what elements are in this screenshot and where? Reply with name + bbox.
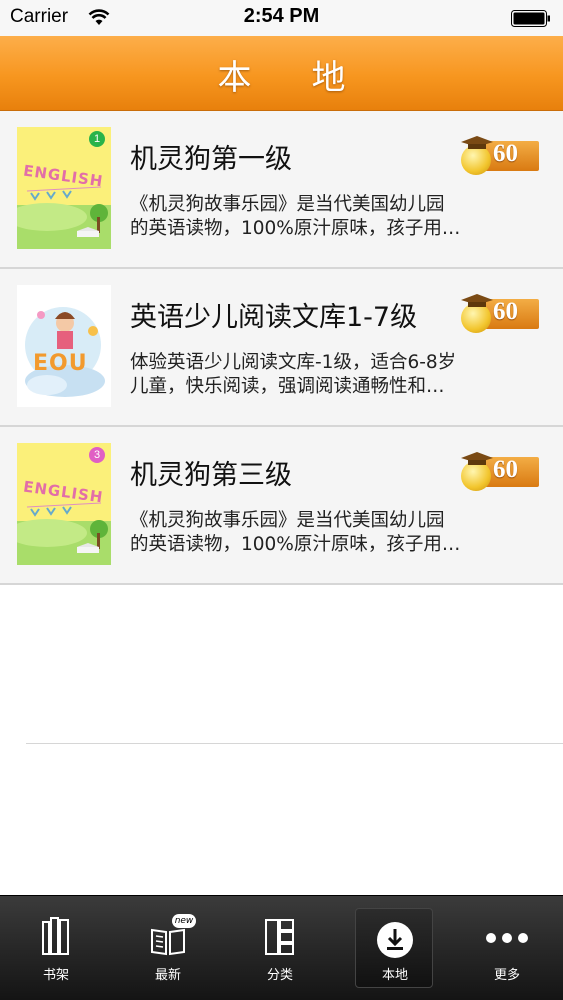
score-badge: 60 bbox=[459, 293, 539, 333]
empty-row-divider bbox=[26, 743, 563, 744]
graduation-cap-icon bbox=[461, 452, 493, 465]
tab-more[interactable]: 更多 bbox=[451, 896, 563, 1000]
tab-latest[interactable]: new 最新 bbox=[112, 896, 224, 1000]
description-line: 的英语读物，100%原汁原味，孩子用… bbox=[130, 534, 461, 555]
graduation-cap-icon bbox=[461, 136, 493, 149]
description-line: 《机灵狗故事乐园》是当代美国幼儿园 bbox=[130, 194, 445, 215]
book-title: 英语少儿阅读文库1-7级 bbox=[130, 302, 418, 333]
description-line: 《机灵狗故事乐园》是当代美国幼儿园 bbox=[130, 510, 445, 531]
description-line: 儿童，快乐阅读，强调阅读通畅性和… bbox=[130, 376, 445, 397]
tab-label: 书架 bbox=[42, 968, 69, 983]
battery-icon bbox=[511, 10, 550, 27]
book-title: 机灵狗第一级 bbox=[130, 144, 292, 175]
new-badge: new bbox=[172, 914, 196, 928]
book-cover: 1 ENGLISH bbox=[17, 127, 111, 249]
download-icon bbox=[377, 922, 413, 958]
description-line: 体验英语少儿阅读文库-1级，适合6-8岁 bbox=[130, 352, 457, 373]
score-badge: 60 bbox=[459, 135, 539, 175]
tab-label: 更多 bbox=[493, 968, 520, 983]
score-value: 60 bbox=[493, 298, 518, 325]
reading-library-cover-image bbox=[17, 285, 111, 407]
level-badge: 3 bbox=[89, 447, 105, 463]
book-list: 1 ENGLISH 机灵狗第一级 《机灵狗故事乐园》是当代美国幼儿园 的英语读物… bbox=[0, 111, 563, 585]
graduation-cap-icon bbox=[461, 294, 493, 307]
page-title: 本地 bbox=[217, 58, 406, 98]
cover-text: EOU bbox=[33, 351, 88, 376]
tab-label: 本地 bbox=[381, 968, 408, 983]
score-value: 60 bbox=[493, 456, 518, 483]
more-dots-icon bbox=[486, 933, 528, 943]
status-bar: Carrier 2:54 PM bbox=[0, 0, 563, 36]
list-item[interactable]: 3 ENGLISH 机灵狗第三级 《机灵狗故事乐园》是当代美国幼儿园 的英语读物… bbox=[0, 427, 563, 585]
tab-local[interactable]: 本地 bbox=[353, 896, 437, 1000]
tab-bookshelf[interactable]: 书架 bbox=[0, 896, 112, 1000]
category-icon bbox=[265, 919, 294, 955]
tab-category[interactable]: 分类 bbox=[224, 896, 336, 1000]
clock: 2:54 PM bbox=[243, 5, 320, 27]
tab-bar: 书架 new 最新 分类 本地 更多 bbox=[0, 895, 563, 1000]
bookshelf-icon bbox=[42, 917, 69, 955]
score-value: 60 bbox=[493, 140, 518, 167]
book-description: 体验英语少儿阅读文库-1级，适合6-8岁 儿童，快乐阅读，强调阅读通畅性和… bbox=[130, 351, 530, 399]
book-cover: 3 ENGLISH bbox=[17, 443, 111, 565]
book-cover: EOU bbox=[17, 285, 111, 407]
book-description: 《机灵狗故事乐园》是当代美国幼儿园 的英语读物，100%原汁原味，孩子用… bbox=[130, 193, 530, 241]
open-book-icon bbox=[151, 928, 185, 956]
tab-label: 分类 bbox=[266, 968, 293, 983]
description-line: 的英语读物，100%原汁原味，孩子用… bbox=[130, 218, 461, 239]
book-title: 机灵狗第三级 bbox=[130, 460, 292, 491]
tab-label: 最新 bbox=[154, 968, 181, 983]
list-item[interactable]: 1 ENGLISH 机灵狗第一级 《机灵狗故事乐园》是当代美国幼儿园 的英语读物… bbox=[0, 111, 563, 269]
score-badge: 60 bbox=[459, 451, 539, 491]
nav-bar: 本地 bbox=[0, 36, 563, 111]
level-badge: 1 bbox=[89, 131, 105, 147]
list-item[interactable]: EOU 英语少儿阅读文库1-7级 体验英语少儿阅读文库-1级，适合6-8岁 儿童… bbox=[0, 269, 563, 427]
book-description: 《机灵狗故事乐园》是当代美国幼儿园 的英语读物，100%原汁原味，孩子用… bbox=[130, 509, 530, 557]
